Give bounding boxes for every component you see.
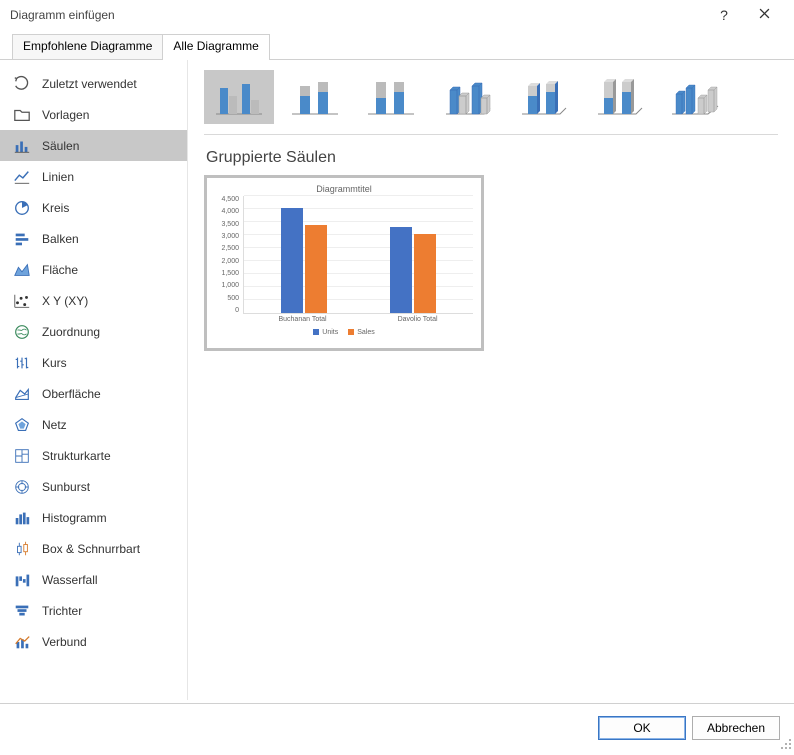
sidebar-item-sunburst[interactable]: Sunburst [0,471,187,502]
bar-group [390,196,436,313]
sidebar-item-label: Kurs [42,356,67,370]
sidebar-item-templates[interactable]: Vorlagen [0,99,187,130]
sidebar-item-treemap[interactable]: Strukturkarte [0,440,187,471]
legend-sales: Sales [348,329,375,336]
sidebar-item-label: Zuletzt verwendet [42,77,137,91]
subtype-clustered-column[interactable] [204,70,274,124]
chart-preview-title: Diagrammtitel [215,184,473,194]
sidebar-item-waterfall[interactable]: Wasserfall [0,564,187,595]
tab-recommended[interactable]: Empfohlene Diagramme [12,34,163,59]
sidebar-item-recent[interactable]: Zuletzt verwendet [0,68,187,99]
sidebar-item-area[interactable]: Fläche [0,254,187,285]
pie-chart-icon [12,198,32,218]
sidebar-item-label: Vorlagen [42,108,89,122]
subtype-row [204,70,778,135]
column-chart-icon [12,136,32,156]
bar [414,234,436,313]
dialog-button-bar: OK Abbrechen [0,703,794,751]
cancel-button[interactable]: Abbrechen [692,716,780,740]
sidebar-item-label: Strukturkarte [42,449,111,463]
subtype-3d-100stacked-column[interactable] [584,70,654,124]
subtype-100stacked-column[interactable] [356,70,426,124]
bar-chart-icon [12,229,32,249]
recent-icon [12,74,32,94]
content-area: Gruppierte Säulen Diagrammtitel 4,500 4,… [188,60,794,700]
titlebar: Diagramm einfügen ? [0,0,794,30]
dialog-title: Diagramm einfügen [10,8,704,22]
chart-category-list: Zuletzt verwendet Vorlagen Säulen Linien… [0,60,188,700]
map-chart-icon [12,322,32,342]
subtype-3d-clustered-column[interactable] [432,70,502,124]
sidebar-item-boxwhisker[interactable]: Box & Schnurrbart [0,533,187,564]
sidebar-item-label: Balken [42,232,79,246]
treemap-chart-icon [12,446,32,466]
help-button[interactable]: ? [704,7,744,23]
tab-row: Empfohlene Diagramme Alle Diagramme [0,34,794,60]
sidebar-item-stock[interactable]: Kurs [0,347,187,378]
sidebar-item-column[interactable]: Säulen [0,130,187,161]
waterfall-chart-icon [12,570,32,590]
sidebar-item-label: Zuordnung [42,325,100,339]
stock-chart-icon [12,353,32,373]
histogram-chart-icon [12,508,32,528]
sidebar-item-histogram[interactable]: Histogramm [0,502,187,533]
sidebar-item-label: Oberfläche [42,387,101,401]
legend-units: Units [313,329,338,336]
funnel-chart-icon [12,601,32,621]
sidebar-item-surface[interactable]: Oberfläche [0,378,187,409]
surface-chart-icon [12,384,32,404]
main-area: Zuletzt verwendet Vorlagen Säulen Linien… [0,60,794,700]
bar [305,225,327,313]
subtype-3d-column[interactable] [660,70,730,124]
bar [281,208,303,313]
sidebar-item-label: Verbund [42,635,87,649]
y-axis: 4,500 4,000 3,500 3,000 2,500 2,000 1,50… [215,196,243,314]
radar-chart-icon [12,415,32,435]
x-axis-labels: Buchanan Total Davolio Total [215,316,473,323]
legend: Units Sales [215,329,473,336]
sidebar-item-label: Box & Schnurrbart [42,542,140,556]
sidebar-item-label: X Y (XY) [42,294,88,308]
sidebar-item-map[interactable]: Zuordnung [0,316,187,347]
bar [390,227,412,313]
resize-grip[interactable] [780,737,792,749]
subtype-stacked-column[interactable] [280,70,350,124]
line-chart-icon [12,167,32,187]
chart-preview[interactable]: Diagrammtitel 4,500 4,000 3,500 3,000 2,… [204,175,484,351]
ok-button[interactable]: OK [598,716,686,740]
sidebar-item-funnel[interactable]: Trichter [0,595,187,626]
subtype-title: Gruppierte Säulen [206,149,778,167]
sidebar-item-line[interactable]: Linien [0,161,187,192]
sidebar-item-label: Histogramm [42,511,107,525]
plot [243,196,473,314]
sidebar-item-label: Linien [42,170,74,184]
sidebar-item-label: Netz [42,418,67,432]
sidebar-item-combo[interactable]: Verbund [0,626,187,657]
sidebar-item-scatter[interactable]: X Y (XY) [0,285,187,316]
chart-plot-area: 4,500 4,000 3,500 3,000 2,500 2,000 1,50… [215,196,473,314]
subtype-3d-stacked-column[interactable] [508,70,578,124]
sidebar-item-label: Trichter [42,604,82,618]
close-button[interactable] [744,8,784,22]
sidebar-item-bar[interactable]: Balken [0,223,187,254]
sidebar-item-label: Säulen [42,139,79,153]
bar-group [281,196,327,313]
scatter-chart-icon [12,291,32,311]
sidebar-item-label: Kreis [42,201,69,215]
sidebar-item-label: Wasserfall [42,573,98,587]
area-chart-icon [12,260,32,280]
sidebar-item-radar[interactable]: Netz [0,409,187,440]
tab-all[interactable]: Alle Diagramme [162,34,269,59]
sidebar-item-pie[interactable]: Kreis [0,192,187,223]
combo-chart-icon [12,632,32,652]
sidebar-item-label: Fläche [42,263,78,277]
sunburst-chart-icon [12,477,32,497]
box-whisker-icon [12,539,32,559]
folder-icon [12,105,32,125]
sidebar-item-label: Sunburst [42,480,90,494]
